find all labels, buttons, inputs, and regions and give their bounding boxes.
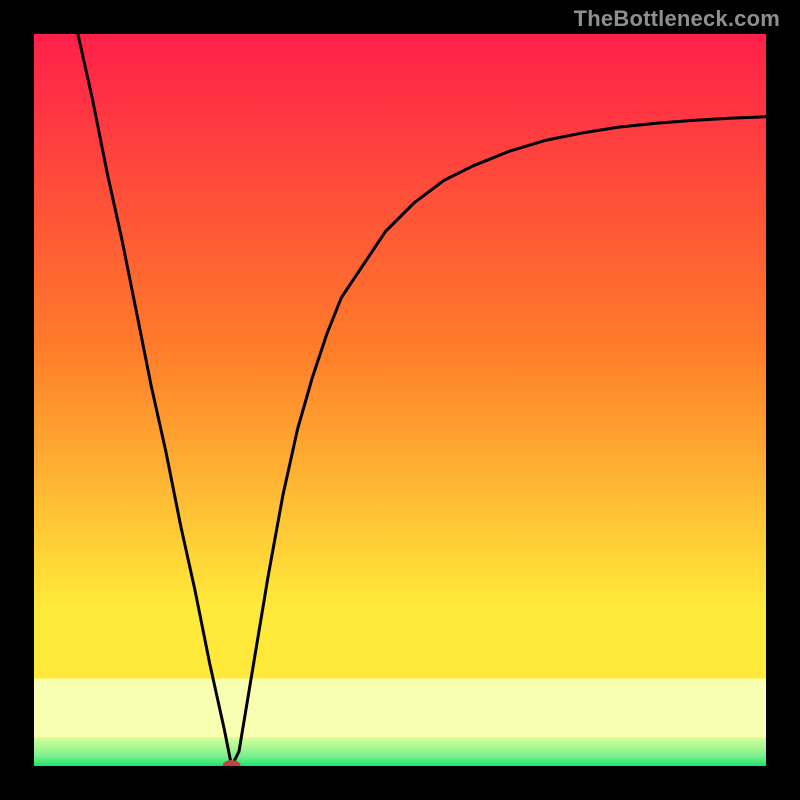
outer-black-frame: { "watermark": "TheBottleneck.com", "col…: [0, 0, 800, 800]
gradient-background: [34, 34, 766, 766]
bottleneck-chart: [34, 34, 766, 766]
watermark-text: TheBottleneck.com: [574, 6, 780, 32]
